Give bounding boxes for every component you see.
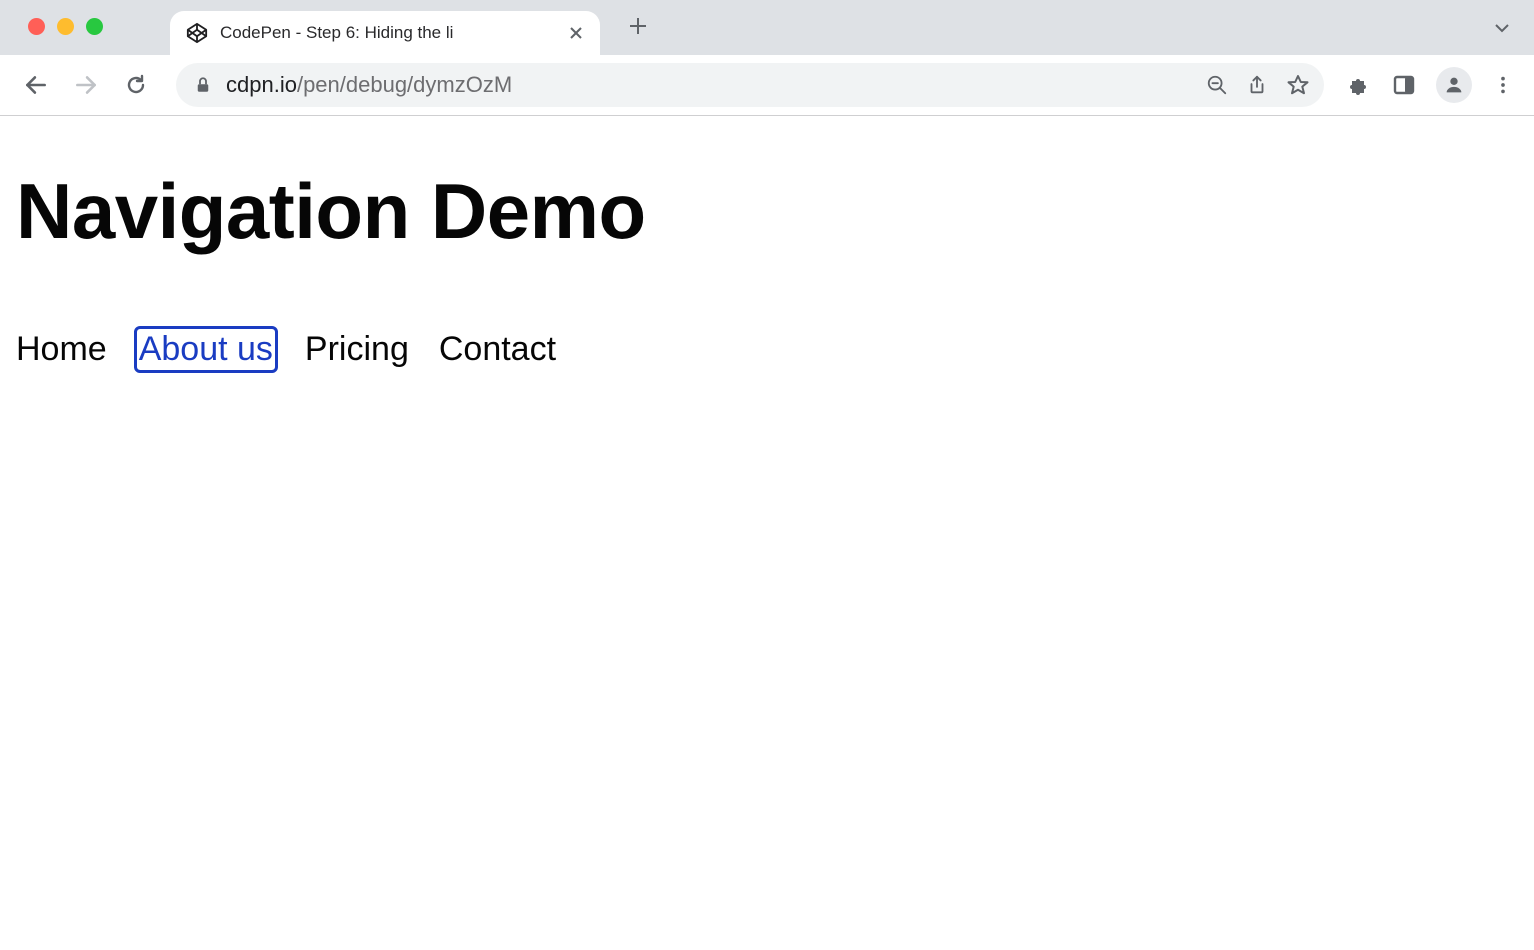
window-controls [28, 18, 103, 35]
chevron-down-icon [1492, 18, 1512, 38]
tab-title: CodePen - Step 6: Hiding the li [220, 23, 554, 43]
page-content: Navigation Demo Home About us Pricing Co… [0, 116, 1534, 370]
close-icon [568, 25, 584, 41]
lock-icon [194, 76, 212, 94]
plus-icon [628, 16, 648, 36]
side-panel-button[interactable] [1392, 73, 1416, 97]
kebab-menu-icon [1492, 74, 1514, 96]
url-path: /pen/debug/dymzOzM [297, 72, 512, 97]
new-tab-button[interactable] [618, 6, 658, 46]
arrow-right-icon [73, 72, 99, 98]
tab-strip: CodePen - Step 6: Hiding the li [0, 0, 1534, 55]
page-title: Navigation Demo [16, 166, 1518, 257]
reload-button[interactable] [120, 69, 152, 101]
codepen-icon [186, 22, 208, 44]
profile-button[interactable] [1436, 67, 1472, 103]
nav-link-contact[interactable]: Contact [439, 329, 556, 370]
browser-chrome: CodePen - Step 6: Hiding the li cd [0, 0, 1534, 116]
browser-tab[interactable]: CodePen - Step 6: Hiding the li [170, 11, 600, 55]
forward-button[interactable] [70, 69, 102, 101]
zoom-out-icon [1206, 74, 1228, 96]
side-panel-icon [1392, 73, 1416, 97]
nav-link-pricing[interactable]: Pricing [305, 329, 409, 370]
url-domain: cdpn.io [226, 72, 297, 97]
extensions-button[interactable] [1348, 73, 1372, 97]
bookmark-button[interactable] [1286, 73, 1310, 97]
url-text: cdpn.io/pen/debug/dymzOzM [226, 72, 1192, 98]
reload-icon [124, 73, 148, 97]
window-maximize-button[interactable] [86, 18, 103, 35]
tab-close-button[interactable] [566, 23, 586, 43]
star-icon [1286, 73, 1310, 97]
window-minimize-button[interactable] [57, 18, 74, 35]
primary-nav: Home About us Pricing Contact [16, 329, 1518, 370]
window-close-button[interactable] [28, 18, 45, 35]
omnibox-actions [1206, 73, 1310, 97]
browser-toolbar: cdpn.io/pen/debug/dymzOzM [0, 55, 1534, 115]
nav-link-about-us[interactable]: About us [137, 329, 275, 370]
tabs-dropdown-button[interactable] [1492, 18, 1512, 38]
toolbar-right [1348, 67, 1514, 103]
back-button[interactable] [20, 69, 52, 101]
puzzle-icon [1348, 73, 1372, 97]
share-icon [1246, 74, 1268, 96]
address-bar[interactable]: cdpn.io/pen/debug/dymzOzM [176, 63, 1324, 107]
person-icon [1443, 74, 1465, 96]
nav-link-home[interactable]: Home [16, 329, 107, 370]
share-button[interactable] [1246, 74, 1268, 96]
chrome-menu-button[interactable] [1492, 74, 1514, 96]
arrow-left-icon [23, 72, 49, 98]
zoom-out-button[interactable] [1206, 74, 1228, 96]
